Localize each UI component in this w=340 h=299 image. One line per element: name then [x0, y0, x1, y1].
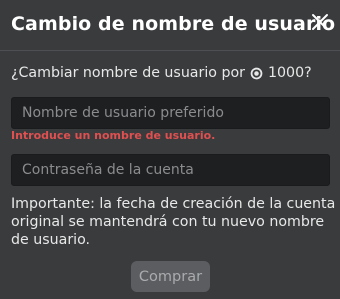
- price-prompt: ¿Cambiar nombre de usuario por 1000?: [11, 65, 312, 81]
- buy-button[interactable]: Comprar: [131, 261, 210, 292]
- dialog-title: Cambio de nombre de usuario: [11, 13, 336, 35]
- robux-icon: [250, 67, 263, 79]
- change-username-dialog: Cambio de nombre de usuario ¿Cambiar nom…: [0, 0, 340, 299]
- header-divider: [0, 50, 340, 51]
- info-notice: Importante: la fecha de creación de la c…: [11, 196, 336, 248]
- close-icon: [312, 14, 328, 30]
- username-error: Introduce un nombre de usuario.: [11, 129, 216, 142]
- price-amount: 1000?: [268, 65, 312, 81]
- dialog-header: Cambio de nombre de usuario: [0, 0, 340, 48]
- price-prompt-text: ¿Cambiar nombre de usuario por: [11, 65, 245, 81]
- close-button[interactable]: [308, 10, 332, 34]
- password-input[interactable]: [11, 154, 330, 186]
- username-input[interactable]: [11, 97, 330, 129]
